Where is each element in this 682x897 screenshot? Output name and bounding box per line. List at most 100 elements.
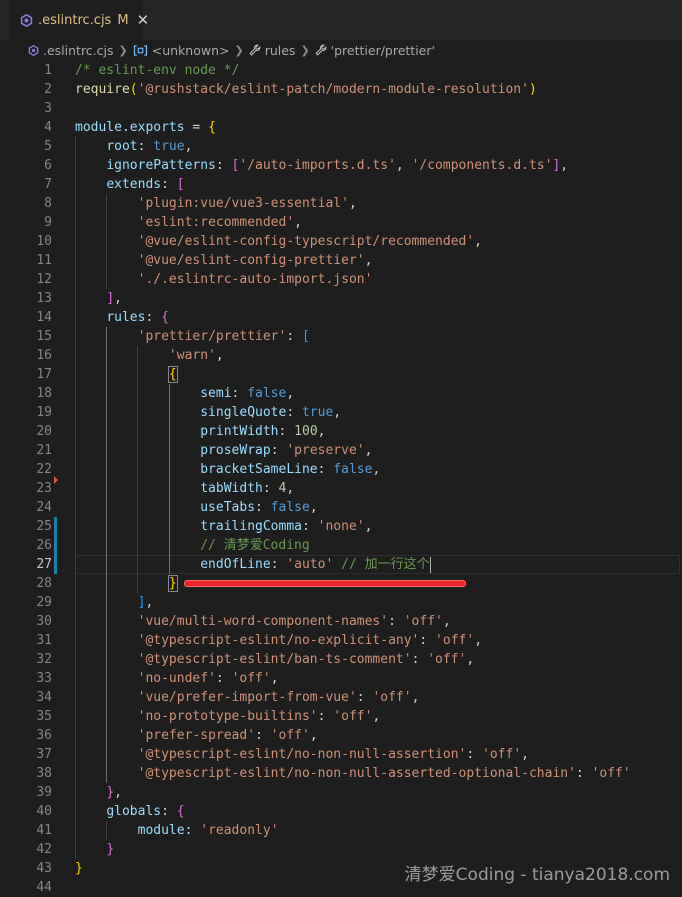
breadcrumb-item-prettier[interactable]: 'prettier/prettier' xyxy=(315,43,435,58)
code-token: , xyxy=(372,462,381,477)
line-number: 2 xyxy=(44,82,52,97)
code-token: : xyxy=(262,481,279,496)
code-token: 'off' xyxy=(482,747,522,762)
code-line[interactable]: 35 'no-prototype-builtins': 'off', xyxy=(0,707,682,726)
code-line[interactable]: 8 'plugin:vue/vue3-essential', xyxy=(0,194,682,213)
code-text: 'plugin:vue/vue3-essential', xyxy=(75,194,357,213)
code-line[interactable]: 2 require('@rushstack/eslint-patch/modern… xyxy=(0,80,682,99)
code-token: : xyxy=(286,329,302,344)
breadcrumb-item-rules[interactable]: rules xyxy=(249,42,296,58)
code-token: 'prefer-spread' xyxy=(137,728,256,743)
code-line[interactable]: 20 printWidth: 100, xyxy=(0,422,682,441)
code-token: module xyxy=(75,120,122,135)
code-line[interactable]: 42 } xyxy=(0,840,682,859)
code-line[interactable]: 32 '@typescript-eslint/ban-ts-comment': … xyxy=(0,650,682,669)
tab-modified-indicator: M xyxy=(117,12,129,28)
code-line[interactable]: 5 root: true, xyxy=(0,137,682,156)
code-line[interactable]: 9 'eslint:recommended', xyxy=(0,213,682,232)
code-token: { xyxy=(176,804,185,819)
code-text: semi: false, xyxy=(75,384,294,403)
code-line[interactable]: 29 ], xyxy=(0,593,682,612)
close-icon[interactable]: ✕ xyxy=(137,11,150,29)
code-line[interactable]: 37 '@typescript-eslint/no-non-null-asser… xyxy=(0,745,682,764)
code-line[interactable]: 19 singleQuote: true, xyxy=(0,403,682,422)
code-token: 'off' xyxy=(435,633,475,648)
code-line[interactable]: 1 /* eslint-env node */ xyxy=(0,61,682,80)
code-token: '@typescript-eslint/no-non-null-asserted… xyxy=(137,766,576,781)
code-line[interactable]: 33 'no-undef': 'off', xyxy=(0,669,682,688)
code-line[interactable]: 12 './.eslintrc-auto-import.json' xyxy=(0,270,682,289)
line-number: 26 xyxy=(36,538,52,553)
code-text: { xyxy=(75,365,178,384)
code-editor[interactable]: 1 /* eslint-env node */ 2 require('@rushsta… xyxy=(0,60,682,897)
line-number: 34 xyxy=(36,690,52,705)
indent-guide xyxy=(137,346,139,593)
code-token: extends xyxy=(106,177,162,192)
code-token: semi xyxy=(200,386,232,401)
code-line[interactable]: 26 // 清梦爱Coding xyxy=(0,536,682,555)
code-token: , xyxy=(309,500,318,515)
code-token: , xyxy=(474,234,482,249)
code-token: : xyxy=(255,500,271,515)
code-line[interactable]: 23 tabWidth: 4, xyxy=(0,479,682,498)
code-text: }, xyxy=(75,783,122,802)
code-line[interactable]: 13 ], xyxy=(0,289,682,308)
code-token: 'preserve' xyxy=(286,443,365,458)
code-text: useTabs: false, xyxy=(75,498,318,517)
line-number: 29 xyxy=(36,595,52,610)
code-line[interactable]: 22 bracketSameLine: false, xyxy=(0,460,682,479)
code-line[interactable]: 17 { xyxy=(0,365,682,384)
code-token: 'no-undef' xyxy=(137,671,216,686)
code-line[interactable]: 3 xyxy=(0,99,682,118)
line-number: 12 xyxy=(36,272,52,287)
editor-tab[interactable]: .eslintrc.cjs M ✕ xyxy=(10,0,149,40)
code-text: module.exports = { xyxy=(75,118,216,137)
code-line[interactable]: 21 proseWrap: 'preserve', xyxy=(0,441,682,460)
code-token: 'off' xyxy=(427,652,467,667)
indent-guide xyxy=(106,194,108,289)
code-line[interactable]: 18 semi: false, xyxy=(0,384,682,403)
code-token: : xyxy=(356,690,373,705)
code-line[interactable]: 6 ignorePatterns: ['/auto-imports.d.ts',… xyxy=(0,156,682,175)
breadcrumb-item-module[interactable]: <unknown> xyxy=(133,43,229,58)
tab-bar: .eslintrc.cjs M ✕ xyxy=(0,0,682,40)
code-line[interactable]: 27 endOfLine: 'auto' // 加一行这个 xyxy=(36,555,680,574)
code-token: /* eslint-env node */ xyxy=(75,63,240,78)
line-number: 36 xyxy=(36,728,52,743)
code-text: } xyxy=(75,840,114,859)
eslint-config-icon xyxy=(20,12,33,28)
breadcrumb-label: rules xyxy=(264,42,296,58)
code-line[interactable]: 31 '@typescript-eslint/no-explicit-any':… xyxy=(0,631,682,650)
code-line[interactable]: 39 }, xyxy=(0,783,682,802)
line-number: 16 xyxy=(36,348,52,363)
code-line[interactable]: 38 '@typescript-eslint/no-non-null-asser… xyxy=(0,764,682,783)
code-text: './.eslintrc-auto-import.json' xyxy=(75,270,373,289)
code-line[interactable]: 14 rules: { xyxy=(0,308,682,327)
code-line[interactable]: 10 '@vue/eslint-config-typescript/recomm… xyxy=(0,232,682,251)
code-token: : xyxy=(161,804,177,819)
code-token: singleQuote xyxy=(200,405,287,420)
line-number: 43 xyxy=(36,861,52,876)
code-line[interactable]: 7 extends: [ xyxy=(0,175,682,194)
modified-lines-marker[interactable] xyxy=(54,517,57,574)
code-line[interactable]: 4 module.exports = { xyxy=(0,118,682,137)
code-line[interactable]: 15 'prettier/prettier': [ xyxy=(0,327,682,346)
deleted-line-marker[interactable] xyxy=(54,476,58,484)
code-line[interactable]: 41 module: 'readonly' xyxy=(0,821,682,840)
code-line[interactable]: 34 'vue/prefer-import-from-vue': 'off', xyxy=(0,688,682,707)
line-number: 39 xyxy=(36,785,52,800)
code-token: false xyxy=(247,386,287,401)
breadcrumb-item-file[interactable]: .eslintrc.cjs xyxy=(28,43,114,58)
code-line[interactable]: 36 'prefer-spread': 'off', xyxy=(0,726,682,745)
code-line[interactable]: 30 'vue/multi-word-component-names': 'of… xyxy=(0,612,682,631)
code-line[interactable]: 25 trailingComma: 'none', xyxy=(0,517,682,536)
code-token: : xyxy=(466,747,483,762)
code-line[interactable]: 11 '@vue/eslint-config-prettier', xyxy=(0,251,682,270)
code-line[interactable]: 24 useTabs: false, xyxy=(0,498,682,517)
code-token: [ xyxy=(302,329,310,344)
code-line[interactable]: 40 globals: { xyxy=(0,802,682,821)
line-number: 30 xyxy=(36,614,52,629)
line-number: 25 xyxy=(36,519,52,534)
code-line[interactable]: 16 'warn', xyxy=(0,346,682,365)
